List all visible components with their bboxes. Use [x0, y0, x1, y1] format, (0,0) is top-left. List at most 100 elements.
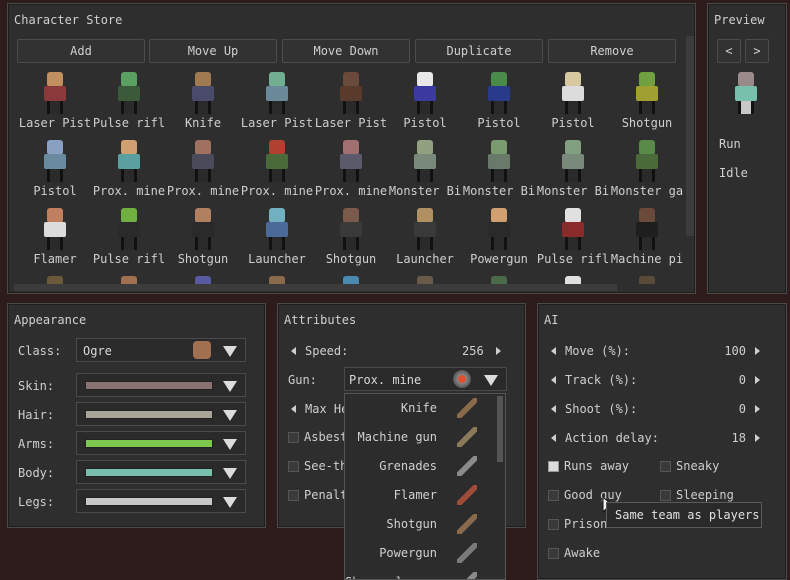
character-card[interactable]: Pulse rifl	[92, 206, 166, 272]
character-label: Monster ga	[610, 184, 683, 198]
speed-decrease-icon[interactable]	[291, 347, 296, 355]
character-label: Pulse rifl	[536, 252, 610, 266]
character-sprite-partial	[639, 276, 655, 284]
character-card[interactable]: Powergun	[462, 206, 536, 272]
character-card[interactable]: Monster Bi	[462, 138, 536, 204]
ai-slider-increase-icon[interactable]	[755, 434, 760, 442]
character-card[interactable]: Machine pi	[610, 206, 683, 272]
character-sprite	[557, 72, 589, 116]
character-card[interactable]: Laser Pist	[314, 70, 388, 136]
character-card[interactable]: Prox. mine	[314, 138, 388, 204]
character-card[interactable]: Prox. mine	[92, 138, 166, 204]
ai-slider-increase-icon[interactable]	[755, 405, 760, 413]
gun-menu-item[interactable]: Machine gun	[345, 423, 495, 452]
ai-slider-label: Shoot (%):	[565, 402, 638, 416]
character-sprite	[113, 208, 145, 252]
max-health-decrease-icon[interactable]	[291, 405, 296, 413]
character-card[interactable]: Launcher	[388, 206, 462, 272]
character-card[interactable]: Monster Bi	[388, 138, 462, 204]
character-label: Launcher	[248, 252, 306, 266]
character-card[interactable]: Laser Pist	[240, 70, 314, 136]
ai-checkbox[interactable]	[660, 490, 671, 501]
character-card[interactable]: Monster Bi	[536, 138, 610, 204]
class-value: Ogre	[83, 344, 112, 358]
character-card[interactable]: Pistol	[462, 70, 536, 136]
character-card[interactable]: Pistol	[18, 138, 92, 204]
character-card[interactable]: Prox. mine	[240, 138, 314, 204]
character-label: Flamer	[33, 252, 77, 266]
attribute-checkbox[interactable]	[288, 490, 299, 501]
ai-slider-decrease-icon[interactable]	[551, 376, 556, 384]
ai-checkbox[interactable]	[548, 548, 559, 559]
attribute-checkbox-label: See-th	[304, 459, 348, 473]
character-sprite	[631, 72, 663, 116]
gun-menu-item[interactable]: Flamer	[345, 481, 495, 510]
arms-color-dropdown[interactable]	[76, 431, 246, 455]
character-card[interactable]: Knife	[166, 70, 240, 136]
character-card[interactable]: Pulse rifl	[92, 70, 166, 136]
ai-checkbox-label: Prison	[564, 517, 608, 531]
preview-next-button[interactable]: >	[745, 39, 769, 63]
ai-slider-decrease-icon[interactable]	[551, 405, 556, 413]
store-vertical-scrollbar[interactable]	[686, 36, 694, 236]
store-horizontal-scrollbar[interactable]	[14, 284, 617, 291]
character-label: Prox. mine	[166, 184, 240, 198]
gun-menu-item[interactable]: Grenades	[345, 452, 495, 481]
character-card[interactable]: Flamer	[18, 206, 92, 272]
ai-checkbox[interactable]	[548, 461, 559, 472]
character-card[interactable]: Pistol	[388, 70, 462, 136]
ai-checkbox[interactable]	[548, 519, 559, 530]
gun-dropdown[interactable]: Prox. mine	[344, 367, 507, 391]
attribute-checkbox[interactable]	[288, 432, 299, 443]
character-label: Machine pi	[610, 252, 683, 266]
chevron-down-icon	[223, 468, 237, 479]
character-sprite-partial	[417, 276, 433, 284]
prox-mine-icon	[453, 370, 471, 388]
character-card[interactable]: Shotgun	[610, 70, 683, 136]
body-color-dropdown[interactable]	[76, 460, 246, 484]
character-label: Shotgun	[621, 116, 673, 130]
ai-slider-increase-icon[interactable]	[755, 376, 760, 384]
ai-slider-increase-icon[interactable]	[755, 347, 760, 355]
character-card[interactable]: Pistol	[536, 70, 610, 136]
character-label: Prox. mine	[314, 184, 388, 198]
preview-anim-idle[interactable]: Idle	[719, 166, 748, 180]
ai-checkbox-label: Runs away	[564, 459, 630, 473]
attribute-checkbox[interactable]	[288, 461, 299, 472]
gun-menu-item[interactable]: Shotgun	[345, 510, 495, 539]
character-label: Laser Pist	[314, 116, 388, 130]
character-sprite	[483, 208, 515, 252]
skin-color-dropdown[interactable]	[76, 373, 246, 397]
ai-slider-decrease-icon[interactable]	[551, 434, 556, 442]
character-card[interactable]: Launcher	[240, 206, 314, 272]
gun-menu-item[interactable]: Knife	[345, 394, 495, 423]
ai-checkbox[interactable]	[660, 461, 671, 472]
speed-label: Speed:	[305, 344, 349, 358]
character-card[interactable]: Monster ga	[610, 138, 683, 204]
gun-menu-item-label: Flamer	[393, 488, 437, 502]
ogre-face-icon	[193, 341, 211, 359]
character-sprite	[483, 72, 515, 116]
gun-menu-scrollbar[interactable]	[497, 396, 503, 462]
weapon-icon	[457, 398, 477, 418]
speed-increase-icon[interactable]	[496, 347, 501, 355]
color-swatch	[85, 410, 213, 419]
character-card[interactable]: Shotgun	[314, 206, 388, 272]
appearance-panel: Appearance Class: Ogre Skin: Hair: Arms: Bo…	[7, 303, 266, 528]
ai-slider-decrease-icon[interactable]	[551, 347, 556, 355]
character-card[interactable]: Prox. mine	[166, 138, 240, 204]
character-sprite	[557, 140, 589, 184]
hair-color-dropdown[interactable]	[76, 402, 246, 426]
gun-menu-item[interactable]: Shrapnel bomb	[345, 568, 495, 579]
character-card[interactable]: Pulse rifl	[536, 206, 610, 272]
ai-checkbox[interactable]	[548, 490, 559, 501]
class-dropdown[interactable]: Ogre	[76, 338, 246, 362]
gun-menu-item[interactable]: Powergun	[345, 539, 495, 568]
legs-color-dropdown[interactable]	[76, 489, 246, 513]
character-label: Pistol	[33, 184, 77, 198]
character-card[interactable]: Laser Pist	[18, 70, 92, 136]
preview-prev-button[interactable]: <	[717, 39, 741, 63]
character-card[interactable]: Shotgun	[166, 206, 240, 272]
ai-title: AI	[544, 313, 559, 327]
preview-anim-run[interactable]: Run	[719, 137, 741, 151]
